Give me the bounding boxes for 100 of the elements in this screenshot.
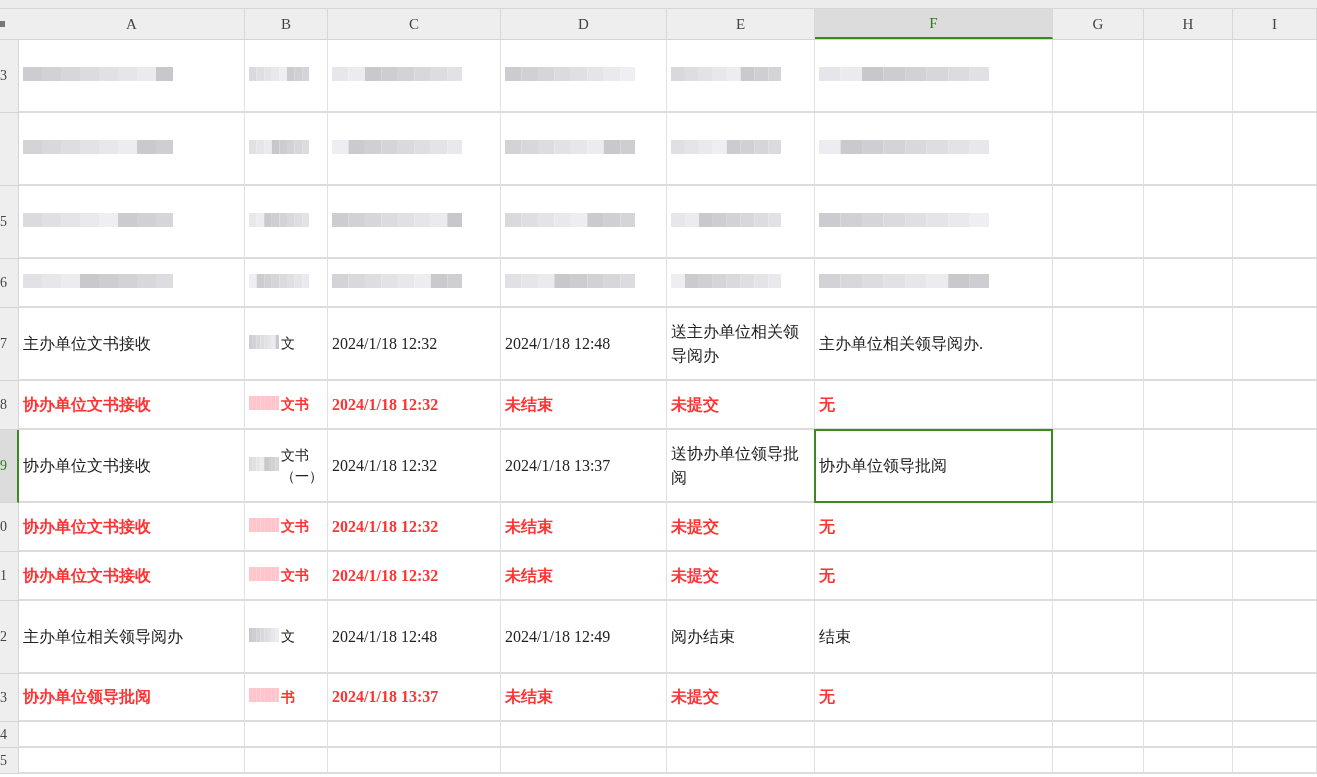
table-cell[interactable] — [1053, 186, 1144, 259]
table-cell[interactable] — [328, 722, 501, 748]
table-cell[interactable]: 无 — [815, 381, 1053, 430]
table-cell[interactable] — [1144, 186, 1233, 259]
column-header[interactable]: D — [501, 9, 667, 39]
table-cell[interactable] — [1053, 722, 1144, 748]
table-cell[interactable] — [1053, 674, 1144, 722]
table-cell[interactable]: 文书（一） — [245, 430, 328, 503]
table-cell[interactable] — [1053, 308, 1144, 381]
table-cell[interactable] — [1144, 113, 1233, 186]
table-cell[interactable]: 2024/1/18 12:49 — [501, 601, 667, 674]
table-cell[interactable] — [19, 722, 245, 748]
column-header[interactable]: G — [1053, 9, 1144, 39]
row-header[interactable]: 9 — [0, 430, 19, 503]
row-header[interactable] — [0, 113, 19, 186]
table-cell[interactable] — [19, 186, 245, 259]
table-cell[interactable]: 协办单位文书接收 — [19, 381, 245, 430]
table-cell[interactable] — [1233, 308, 1317, 381]
table-cell[interactable]: 协办单位文书接收 — [19, 552, 245, 601]
table-cell[interactable]: 协办单位领导批阅 — [815, 430, 1053, 503]
table-cell[interactable] — [19, 40, 245, 113]
table-cell[interactable] — [667, 186, 815, 259]
table-cell[interactable] — [667, 40, 815, 113]
table-cell[interactable] — [667, 259, 815, 308]
row-header[interactable]: 3 — [0, 40, 19, 113]
table-cell[interactable]: 2024/1/18 13:37 — [501, 430, 667, 503]
table-cell[interactable] — [1053, 430, 1144, 503]
table-cell[interactable] — [328, 186, 501, 259]
table-cell[interactable]: 协办单位领导批阅 — [19, 674, 245, 722]
table-cell[interactable] — [1233, 748, 1317, 774]
table-cell[interactable] — [1144, 674, 1233, 722]
table-cell[interactable] — [667, 722, 815, 748]
table-cell[interactable]: 未结束 — [501, 674, 667, 722]
table-cell[interactable] — [1144, 259, 1233, 308]
table-cell[interactable] — [501, 748, 667, 774]
table-cell[interactable] — [1053, 552, 1144, 601]
table-cell[interactable]: 无 — [815, 552, 1053, 601]
table-cell[interactable]: 2024/1/18 13:37 — [328, 674, 501, 722]
table-cell[interactable] — [815, 113, 1053, 186]
table-cell[interactable] — [1144, 748, 1233, 774]
table-cell[interactable] — [245, 259, 328, 308]
column-header[interactable]: B — [245, 9, 328, 39]
table-cell[interactable]: 文书 — [245, 503, 328, 552]
table-cell[interactable]: 文书 — [245, 381, 328, 430]
table-cell[interactable] — [1144, 308, 1233, 381]
table-cell[interactable] — [245, 40, 328, 113]
table-cell[interactable] — [1144, 722, 1233, 748]
column-header[interactable]: H — [1144, 9, 1233, 39]
table-cell[interactable] — [1053, 381, 1144, 430]
table-cell[interactable] — [1053, 113, 1144, 186]
row-header[interactable]: 6 — [0, 259, 19, 308]
table-cell[interactable]: 2024/1/18 12:48 — [328, 601, 501, 674]
table-cell[interactable] — [815, 259, 1053, 308]
table-cell[interactable] — [1233, 503, 1317, 552]
row-header[interactable]: 0 — [0, 503, 19, 552]
row-header[interactable]: 1 — [0, 552, 19, 601]
table-cell[interactable] — [667, 113, 815, 186]
table-cell[interactable]: 文 — [245, 308, 328, 381]
table-cell[interactable] — [1053, 40, 1144, 113]
table-cell[interactable] — [1233, 674, 1317, 722]
table-cell[interactable]: 协办单位文书接收 — [19, 430, 245, 503]
table-cell[interactable] — [667, 748, 815, 774]
table-cell[interactable] — [1144, 503, 1233, 552]
table-cell[interactable]: 无 — [815, 674, 1053, 722]
table-cell[interactable]: 未结束 — [501, 381, 667, 430]
table-cell[interactable] — [1144, 430, 1233, 503]
table-cell[interactable]: 未提交 — [667, 381, 815, 430]
row-header[interactable]: 4 — [0, 722, 19, 748]
table-cell[interactable] — [501, 259, 667, 308]
table-cell[interactable] — [1144, 381, 1233, 430]
table-cell[interactable] — [1053, 601, 1144, 674]
column-header[interactable]: C — [328, 9, 501, 39]
table-cell[interactable]: 主办单位相关领导阅办 — [19, 601, 245, 674]
table-cell[interactable] — [1144, 552, 1233, 601]
table-cell[interactable] — [815, 186, 1053, 259]
table-cell[interactable] — [19, 259, 245, 308]
table-cell[interactable] — [815, 40, 1053, 113]
table-cell[interactable] — [501, 113, 667, 186]
table-cell[interactable] — [245, 186, 328, 259]
table-cell[interactable]: 未提交 — [667, 503, 815, 552]
row-header[interactable]: 7 — [0, 308, 19, 381]
table-cell[interactable]: 结束 — [815, 601, 1053, 674]
table-cell[interactable] — [1233, 113, 1317, 186]
table-cell[interactable]: 主办单位相关领导阅办. — [815, 308, 1053, 381]
column-header[interactable]: I — [1233, 9, 1317, 39]
table-cell[interactable] — [1053, 503, 1144, 552]
row-header[interactable]: 5 — [0, 748, 19, 774]
row-header[interactable]: 2 — [0, 601, 19, 674]
column-header[interactable]: F — [815, 9, 1053, 39]
row-header[interactable]: 5 — [0, 186, 19, 259]
table-cell[interactable] — [328, 40, 501, 113]
table-cell[interactable]: 主办单位文书接收 — [19, 308, 245, 381]
table-cell[interactable] — [245, 748, 328, 774]
table-cell[interactable] — [1233, 722, 1317, 748]
row-header[interactable]: 8 — [0, 381, 19, 430]
table-cell[interactable] — [1053, 748, 1144, 774]
table-cell[interactable] — [1233, 381, 1317, 430]
table-cell[interactable] — [1233, 552, 1317, 601]
table-cell[interactable]: 未提交 — [667, 674, 815, 722]
table-cell[interactable]: 书 — [245, 674, 328, 722]
